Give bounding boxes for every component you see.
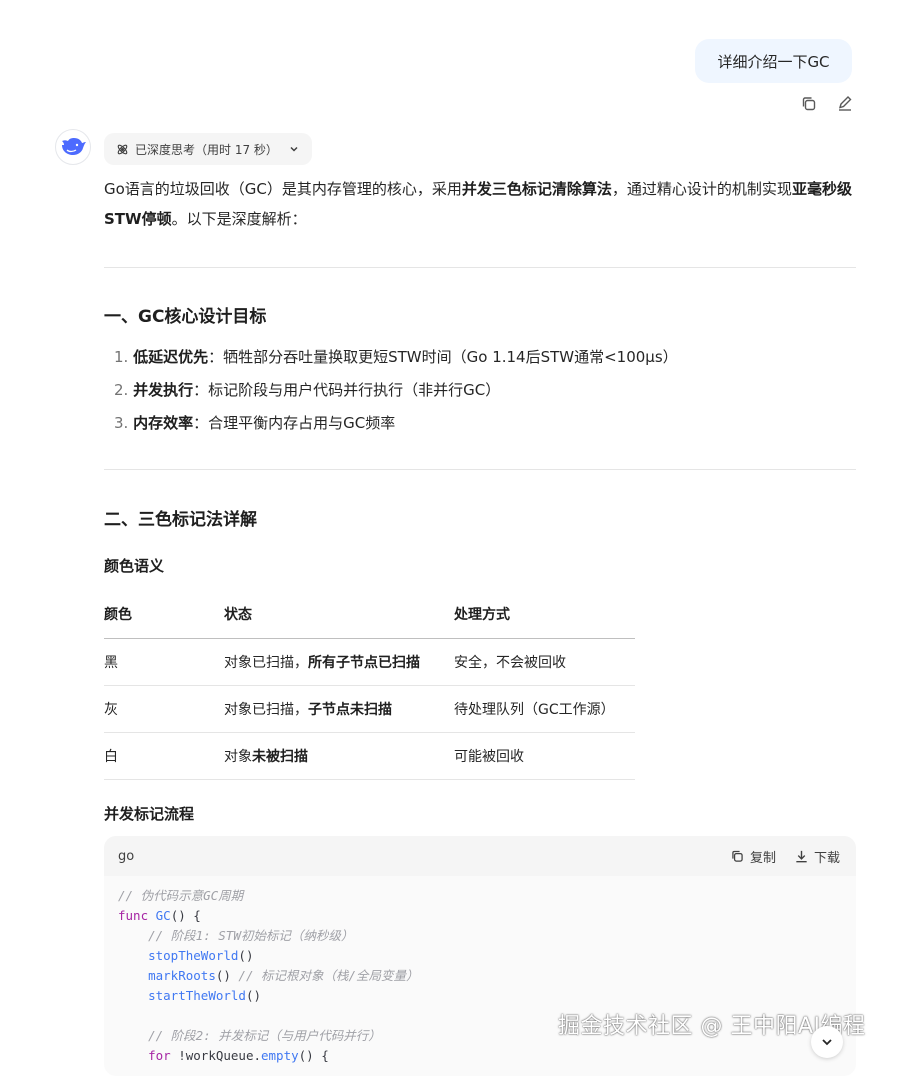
table-cell: 黑 (104, 638, 224, 686)
code-function: startTheWorld (148, 988, 246, 1003)
code-header: go 复制 下载 (104, 836, 856, 876)
cell-bold: 所有子节点已扫描 (308, 655, 420, 671)
table-cell: 安全，不会被回收 (454, 638, 635, 686)
list-item: 1. 低延迟优先：牺牲部分吞吐量换取更短STW时间（Go 1.14后STW通常<… (104, 341, 856, 374)
code-function: stopTheWorld (148, 948, 239, 963)
copy-code-label: 复制 (749, 850, 776, 866)
assistant-response: Go语言的垃圾回收（GC）是其内存管理的核心，采用并发三色标记清除算法，通过精心… (104, 174, 856, 824)
list-item-bold: 并发执行 (133, 381, 194, 399)
user-message-text: 详细介绍一下GC (717, 52, 830, 71)
user-message-actions (798, 93, 856, 115)
code-function: GC (155, 908, 171, 923)
deep-thinking-label: 已深度思考（用时 17 秒） (135, 142, 278, 157)
table-row: 白 对象未被扫描 可能被回收 (104, 732, 635, 780)
code-keyword: func (118, 908, 149, 923)
download-icon (796, 850, 807, 862)
code-text: () { (298, 1048, 329, 1063)
list-item-text: ：标记阶段与用户代码并行执行（非并行GC） (193, 381, 501, 399)
chevron-down-icon (290, 146, 298, 152)
deep-thinking-toggle[interactable]: 已深度思考（用时 17 秒） (104, 133, 312, 165)
list-number: 1. (114, 348, 129, 366)
code-language: go (118, 848, 135, 864)
intro-text-2: ，通过精心设计的机制实现 (611, 180, 792, 198)
cell-text: 对象 (224, 749, 252, 765)
code-function: markRoots (148, 968, 216, 983)
table-cell: 白 (104, 732, 224, 780)
atom-icon (117, 144, 128, 154)
table-cell: 灰 (104, 685, 224, 733)
list-item-bold: 低延迟优先 (133, 348, 209, 366)
intro-text-3: 。以下是深度解析： (171, 210, 307, 228)
intro-text-1: Go语言的垃圾回收（GC）是其内存管理的核心，采用 (104, 180, 462, 198)
table-cell: 对象未被扫描 (224, 732, 454, 780)
code-comment: // 标记根对象（栈/全局变量） (238, 968, 419, 983)
table-cell: 待处理队列（GC工作源） (454, 685, 635, 733)
concurrent-mark-flow-title: 并发标记流程 (104, 805, 195, 823)
color-semantics-title: 颜色语义 (104, 557, 165, 575)
copy-icon (802, 97, 816, 111)
cell-text: 对象已扫描， (224, 702, 308, 718)
code-text: () { (170, 908, 201, 923)
download-code-button[interactable]: 下载 (794, 847, 840, 866)
download-code-label: 下载 (813, 850, 840, 866)
list-item-text: ：合理平衡内存占用与GC频率 (193, 414, 396, 432)
user-message-bubble: 详细介绍一下GC (695, 39, 852, 83)
section2-title: 二、三色标记法详解 (104, 510, 257, 530)
table-cell: 对象已扫描，所有子节点已扫描 (224, 638, 454, 686)
edit-message-button[interactable] (834, 93, 856, 115)
cell-bold: 子节点未扫描 (308, 702, 392, 718)
divider (104, 267, 856, 268)
list-item-text: ：牺牲部分吞吐量换取更短STW时间（Go 1.14后STW通常<100μs） (208, 348, 678, 366)
table-row: 黑 对象已扫描，所有子节点已扫描 安全，不会被回收 (104, 638, 635, 686)
pencil-icon (838, 96, 852, 111)
table-header-row: 颜色 状态 处理方式 (104, 590, 635, 639)
list-item: 2. 并发执行：标记阶段与用户代码并行执行（非并行GC） (104, 374, 856, 407)
code-comment: // 阶段2: 并发标记（与用户代码并行） (148, 1028, 381, 1043)
assistant-avatar (55, 129, 91, 165)
copy-message-button[interactable] (798, 93, 820, 115)
intro-bold-1: 并发三色标记清除算法 (461, 180, 612, 198)
table-row: 灰 对象已扫描，子节点未扫描 待处理队列（GC工作源） (104, 685, 635, 733)
copy-code-button[interactable]: 复制 (730, 847, 776, 866)
code-comment: // 阶段1: STW初始标记（纳秒级） (148, 928, 354, 943)
code-actions: 复制 下载 (730, 847, 840, 866)
code-function: empty (261, 1048, 299, 1063)
table-header: 状态 (224, 590, 454, 639)
intro-paragraph: Go语言的垃圾回收（GC）是其内存管理的核心，采用并发三色标记清除算法，通过精心… (104, 174, 856, 234)
copy-icon (732, 850, 743, 862)
section1-title: 一、GC核心设计目标 (104, 307, 267, 327)
list-number: 2. (114, 381, 129, 399)
cell-bold: 未被扫描 (252, 749, 308, 765)
code-block: go 复制 下载 // 伪代码示意GC周期 func GC() { // 阶段1… (104, 836, 856, 1076)
table-cell: 可能被回收 (454, 732, 635, 780)
table-header: 处理方式 (454, 590, 635, 639)
whale-logo-icon (62, 138, 86, 155)
divider (104, 469, 856, 470)
table-cell: 对象已扫描，子节点未扫描 (224, 685, 454, 733)
code-comment: // 伪代码示意GC周期 (118, 888, 244, 903)
goals-list: 1. 低延迟优先：牺牲部分吞吐量换取更短STW时间（Go 1.14后STW通常<… (104, 341, 856, 440)
color-table: 颜色 状态 处理方式 黑 对象已扫描，所有子节点已扫描 安全，不会被回收 灰 对… (104, 590, 635, 780)
list-number: 3. (114, 414, 129, 432)
code-keyword: for (148, 1048, 171, 1063)
list-item-bold: 内存效率 (133, 414, 194, 432)
list-item: 3. 内存效率：合理平衡内存占用与GC频率 (104, 407, 856, 440)
scroll-to-bottom-button[interactable] (811, 1026, 843, 1058)
code-text: !workQueue. (170, 1048, 261, 1063)
chevron-down-icon (822, 1039, 832, 1046)
cell-text: 对象已扫描， (224, 655, 308, 671)
table-header: 颜色 (104, 590, 224, 639)
